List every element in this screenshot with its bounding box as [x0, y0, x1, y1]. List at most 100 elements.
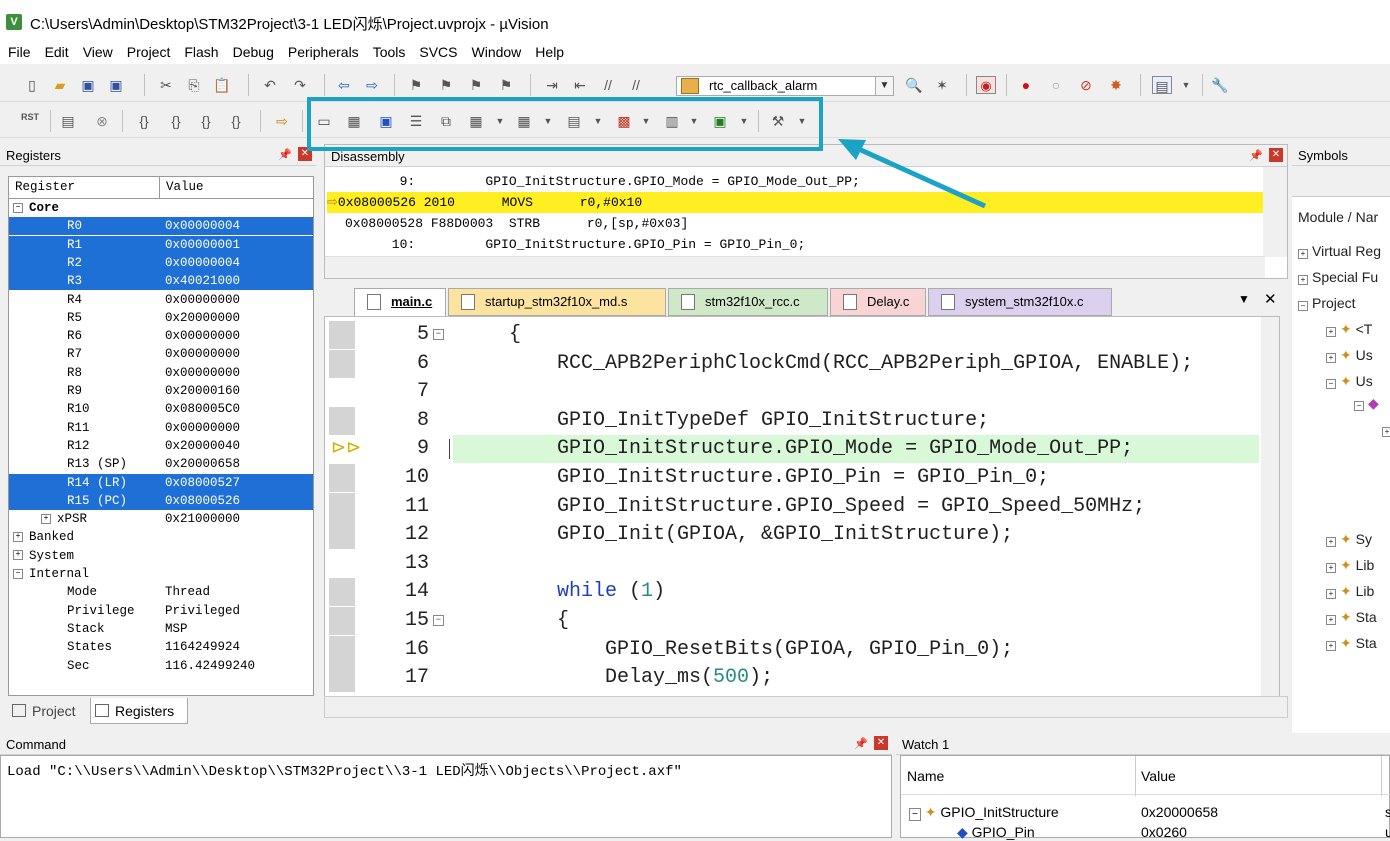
- register-row[interactable]: R7 0x00000000: [9, 345, 313, 363]
- code-line[interactable]: 12 GPIO_Init(GPIOA, &GPIO_InitStructure)…: [325, 521, 1265, 549]
- menu-help[interactable]: Help: [527, 42, 570, 60]
- cut-icon[interactable]: ✂: [156, 76, 176, 94]
- undo-icon[interactable]: ↶: [260, 76, 280, 94]
- show-next-statement-icon[interactable]: ⇨: [272, 112, 292, 130]
- expand-icon[interactable]: +: [1326, 563, 1336, 573]
- paste-icon[interactable]: 📋: [212, 76, 232, 94]
- tab-registers[interactable]: Registers: [90, 698, 188, 724]
- bookmark-icon[interactable]: ⚑: [406, 76, 426, 94]
- reset-icon[interactable]: RST: [20, 112, 40, 130]
- symbols-tree-item[interactable]: − ✦ Us: [1326, 373, 1373, 390]
- incremental-find-icon[interactable]: ✶: [932, 76, 952, 94]
- expand-icon[interactable]: −: [1354, 401, 1364, 411]
- redo-icon[interactable]: ↷: [290, 76, 310, 94]
- chevron-down-icon[interactable]: ▼: [875, 77, 893, 95]
- expand-icon[interactable]: +: [1326, 615, 1336, 625]
- watch-row[interactable]: − ✦ GPIO_InitStructure: [909, 804, 1059, 821]
- command-output[interactable]: Load "C:\\Users\\Admin\\Desktop\\STM32Pr…: [0, 755, 892, 838]
- menu-window[interactable]: Window: [464, 42, 528, 60]
- tab-project[interactable]: Project: [8, 698, 88, 724]
- code-line[interactable]: 14 while (1): [325, 578, 1265, 606]
- breakpoint-kill-all-icon[interactable]: ✸: [1106, 76, 1126, 94]
- debug-session-icon[interactable]: ◉: [976, 76, 996, 94]
- expand-icon[interactable]: +: [1326, 641, 1336, 651]
- register-row[interactable]: Sec 116.42499240: [9, 657, 313, 675]
- menu-peripherals[interactable]: Peripherals: [280, 42, 365, 60]
- pin-icon[interactable]: 📌: [278, 148, 292, 161]
- register-row[interactable]: R5 0x20000000: [9, 309, 313, 327]
- uncomment-icon[interactable]: //: [626, 76, 646, 94]
- register-row[interactable]: Mode Thread: [9, 583, 313, 601]
- disassembly-line[interactable]: 0x08000528 F88D0003 STRB r0,[sp,#0x03]: [345, 213, 688, 234]
- window-layout-icon[interactable]: ▤: [1152, 76, 1172, 94]
- find-in-files-icon[interactable]: 🔍: [904, 76, 924, 94]
- menu-tools[interactable]: Tools: [365, 42, 412, 60]
- tab-file[interactable]: system_stm32f10x.c: [928, 288, 1112, 316]
- tab-file[interactable]: startup_stm32f10x_md.s: [448, 288, 666, 316]
- code-line[interactable]: 7: [325, 378, 1265, 406]
- symbols-tree-item[interactable]: + ✦ Us: [1326, 347, 1373, 364]
- register-row[interactable]: R2 0x00000004: [9, 253, 313, 272]
- run-to-cursor-icon[interactable]: {}: [226, 112, 246, 130]
- open-folder-icon[interactable]: ▰: [50, 76, 70, 94]
- disassembly-hscrollbar[interactable]: [325, 256, 1265, 278]
- register-row[interactable]: R15 (PC) 0x08000526: [9, 491, 313, 510]
- breakpoint-disable-all-icon[interactable]: ⊘: [1076, 76, 1096, 94]
- registers-tree[interactable]: Register Value − Core R0 0x00000004 R1 0x0000…: [8, 176, 314, 696]
- register-row[interactable]: R11 0x00000000: [9, 419, 313, 437]
- code-line[interactable]: 13: [325, 550, 1265, 578]
- code-line[interactable]: 6 RCC_APB2PeriphClockCmd(RCC_APB2Periph_…: [325, 350, 1265, 378]
- tab-file[interactable]: main.c: [354, 288, 446, 316]
- expand-icon[interactable]: +: [1382, 427, 1390, 437]
- register-row[interactable]: + xPSR 0x21000000: [9, 510, 313, 528]
- indent-icon[interactable]: ⇥: [542, 76, 562, 94]
- editor-hscrollbar[interactable]: [324, 696, 1288, 718]
- symbols-tree-item[interactable]: − ◆: [1354, 395, 1379, 412]
- symbols-tree-item[interactable]: + ✦ Sta: [1326, 635, 1377, 652]
- symbols-tree-item[interactable]: + ✦ Lib: [1326, 583, 1374, 600]
- symbols-tree-item[interactable]: − Project: [1298, 295, 1356, 311]
- disassembly-vscrollbar[interactable]: [1263, 167, 1287, 257]
- expand-icon[interactable]: +: [1326, 537, 1336, 547]
- step-over-icon[interactable]: {}: [166, 112, 186, 130]
- symbols-tree-item[interactable]: + ✦ <T: [1326, 321, 1372, 338]
- code-line[interactable]: 16 GPIO_ResetBits(GPIOA, GPIO_Pin_0);: [325, 636, 1265, 664]
- register-row[interactable]: Privilege Privileged: [9, 602, 313, 620]
- register-row[interactable]: R4 0x00000000: [9, 291, 313, 309]
- menu-file[interactable]: File: [0, 42, 37, 60]
- close-icon[interactable]: ✕: [874, 736, 888, 750]
- register-row[interactable]: R3 0x40021000: [9, 272, 313, 291]
- code-line[interactable]: 8 GPIO_InitTypeDef GPIO_InitStructure;: [325, 407, 1265, 435]
- menu-project[interactable]: Project: [119, 42, 177, 60]
- target-combo[interactable]: rtc_callback_alarm ▼: [676, 76, 894, 96]
- code-line[interactable]: 5− {: [325, 321, 1265, 349]
- comment-icon[interactable]: //: [598, 76, 618, 94]
- code-line[interactable]: 15− {: [325, 607, 1265, 635]
- expand-icon[interactable]: +: [1298, 275, 1308, 285]
- register-row[interactable]: R9 0x20000160: [9, 382, 313, 400]
- step-into-icon[interactable]: {}: [134, 112, 154, 130]
- menu-flash[interactable]: Flash: [176, 42, 224, 60]
- close-tab-icon[interactable]: ✕: [1264, 290, 1277, 308]
- symbols-tree-item[interactable]: + ✦ Sta: [1326, 609, 1377, 626]
- pin-icon[interactable]: 📌: [854, 737, 868, 750]
- configure-icon[interactable]: 🔧: [1210, 76, 1230, 94]
- menu-edit[interactable]: Edit: [37, 42, 75, 60]
- window-layout-dropdown-icon[interactable]: ▼: [1176, 76, 1196, 94]
- breakpoint-insert-icon[interactable]: ●: [1016, 76, 1036, 94]
- symbols-tree-item[interactable]: +✦: [1382, 421, 1390, 438]
- register-row[interactable]: + System: [9, 547, 313, 565]
- expand-icon[interactable]: +: [13, 532, 23, 543]
- menu-svcs[interactable]: SVCS: [411, 42, 463, 60]
- disassembly-line[interactable]: 9: GPIO_InitStructure.GPIO_Mode = GPIO_M…: [345, 171, 860, 192]
- tab-file[interactable]: stm32f10x_rcc.c: [668, 288, 828, 316]
- editor-vscrollbar[interactable]: [1261, 317, 1279, 703]
- expand-icon[interactable]: −: [13, 568, 23, 579]
- breakpoint-disable-icon[interactable]: ○: [1046, 76, 1066, 94]
- register-row[interactable]: − Internal: [9, 565, 313, 583]
- tab-file[interactable]: Delay.c: [830, 288, 926, 316]
- register-row[interactable]: + Banked: [9, 528, 313, 546]
- code-editor[interactable]: 5−{6 RCC_APB2PeriphClockCmd(RCC_APB2Peri…: [324, 316, 1280, 704]
- register-row[interactable]: R6 0x00000000: [9, 327, 313, 345]
- symbols-tree-item[interactable]: + Special Fu: [1298, 269, 1378, 285]
